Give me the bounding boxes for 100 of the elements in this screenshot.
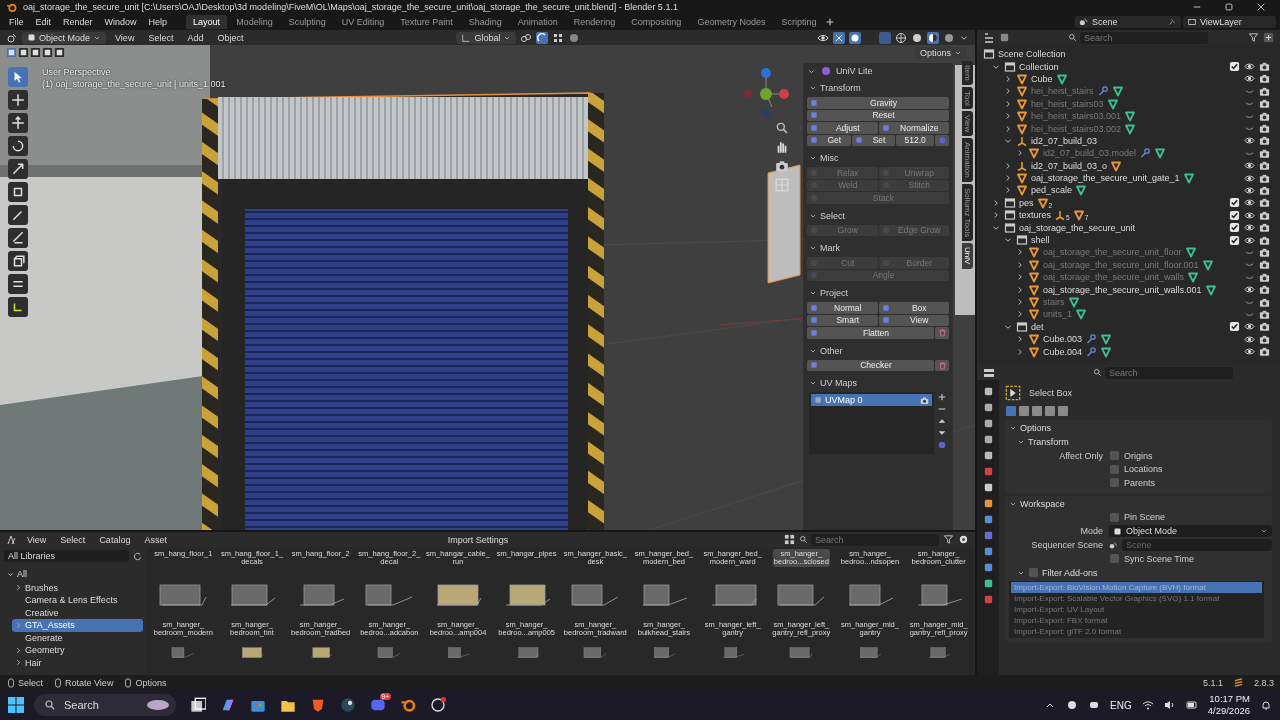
outliner-item[interactable]: hei_heist_stairs03 bbox=[1031, 98, 1104, 109]
search-field[interactable]: Search bbox=[811, 533, 939, 546]
outliner-item[interactable]: oaj_storage_the_secure_unit_floor.001 bbox=[1043, 259, 1199, 270]
menu-item[interactable]: Render bbox=[58, 16, 98, 28]
folder-tree-item[interactable]: Geometry bbox=[12, 644, 143, 657]
outliner-item[interactable]: ped_scale bbox=[1031, 185, 1073, 196]
outliner-item[interactable]: Collection bbox=[1019, 61, 1059, 72]
workspace-tab[interactable]: Geometry Nodes bbox=[690, 15, 773, 29]
outliner-item[interactable]: shell bbox=[1031, 235, 1050, 246]
menu-item[interactable]: Object bbox=[212, 31, 249, 44]
workspace-tab[interactable]: Animation bbox=[510, 15, 565, 29]
workspace-tab[interactable]: UV Editing bbox=[334, 15, 392, 29]
outliner-item[interactable]: oaj_storage_the_secure_unit bbox=[1019, 222, 1136, 233]
menu-item[interactable]: View bbox=[110, 31, 140, 44]
import-settings-dropdown[interactable]: Import Settings bbox=[442, 533, 514, 546]
folder-tree-item[interactable]: Hair bbox=[12, 656, 143, 669]
uv-tool-button[interactable]: Reset bbox=[807, 109, 949, 121]
scene-selector[interactable]: Scene bbox=[1075, 16, 1181, 28]
workspace-tab[interactable]: Sculpting bbox=[281, 15, 333, 29]
menu-item[interactable]: Add bbox=[182, 31, 209, 44]
workspace-tab[interactable]: Layout bbox=[186, 15, 228, 29]
menu-item[interactable]: Catalog bbox=[94, 533, 136, 546]
mode-dropdown[interactable]: Object Mode bbox=[22, 31, 107, 44]
uv-tool-button[interactable]: View bbox=[878, 314, 949, 326]
sidebar-tab[interactable]: Tool bbox=[962, 86, 973, 110]
uv-tool-button[interactable]: Checker bbox=[807, 359, 934, 371]
menu-item[interactable]: Window bbox=[99, 16, 142, 28]
sidebar-tab[interactable]: View bbox=[962, 111, 973, 137]
folder-tree-item[interactable]: Brushes bbox=[12, 581, 143, 594]
sidebar-tab[interactable]: Animation bbox=[962, 138, 973, 183]
uv-tool-button[interactable]: Normal bbox=[807, 302, 878, 314]
section-header[interactable]: UV Maps bbox=[805, 375, 951, 391]
library-dropdown[interactable]: All Libraries bbox=[4, 550, 129, 562]
uv-tool-button[interactable]: Smart bbox=[807, 314, 878, 326]
mode-dropdown[interactable]: Object Mode bbox=[1109, 525, 1272, 537]
outliner-item[interactable]: pes bbox=[1019, 197, 1034, 208]
outliner-item[interactable]: hei_heist_stairs03.001 bbox=[1031, 111, 1122, 122]
menu-item[interactable]: Select bbox=[143, 31, 179, 44]
folder-tree-item[interactable]: All bbox=[4, 568, 143, 581]
outliner-item[interactable]: hei_heist_stairs bbox=[1031, 86, 1094, 97]
panel-header[interactable]: Options bbox=[1005, 422, 1272, 434]
outliner-item[interactable]: units_1 bbox=[1043, 309, 1073, 320]
sidebar-tab[interactable]: Sollumz Tools bbox=[962, 184, 973, 242]
menu-item[interactable]: Help bbox=[143, 16, 173, 28]
orientation-dropdown[interactable]: Global bbox=[456, 31, 517, 44]
addon-item[interactable]: Import-Export: FBX format bbox=[1011, 614, 1262, 626]
menu-item[interactable]: File bbox=[4, 16, 29, 28]
sequencer-scene-field[interactable]: Scene bbox=[1122, 539, 1272, 551]
section-header[interactable]: Project bbox=[805, 285, 951, 301]
uv-tool-button[interactable]: Adjust bbox=[807, 122, 878, 134]
subpanel-header[interactable]: Transform bbox=[1005, 436, 1272, 448]
uv-tool-button[interactable]: Set bbox=[851, 134, 896, 146]
uv-tool-button[interactable]: Box bbox=[878, 302, 949, 314]
folder-tree-item[interactable]: Camera & Lens Effects bbox=[12, 594, 143, 607]
section-header[interactable]: Other bbox=[805, 342, 951, 359]
outliner-item[interactable]: Scene Collection bbox=[998, 49, 1066, 60]
workspace-tab[interactable]: Scripting bbox=[774, 15, 824, 29]
workspace-tab[interactable]: Modeling bbox=[229, 15, 280, 29]
uv-map-item[interactable]: UVMap 0 bbox=[811, 394, 932, 406]
taskbar-search[interactable]: Search bbox=[34, 694, 176, 716]
value-field[interactable]: 512.0 bbox=[896, 134, 934, 146]
uv-tool-button[interactable]: Flatten bbox=[807, 327, 934, 339]
outliner-item[interactable]: stairs bbox=[1043, 297, 1065, 307]
outliner-item[interactable]: id2_07_build_03.model bbox=[1043, 148, 1137, 159]
folder-tree-item[interactable]: Creative bbox=[12, 606, 143, 619]
menu-item[interactable]: View bbox=[22, 533, 52, 546]
outliner-item[interactable]: id2_07_build_03_o bbox=[1031, 160, 1108, 171]
search-field[interactable]: Search bbox=[1080, 31, 1208, 44]
language-indicator[interactable]: ENG bbox=[1110, 699, 1132, 711]
uv-tool-button[interactable]: Normalize bbox=[878, 122, 949, 134]
panel-header[interactable]: Workspace bbox=[1005, 497, 1272, 510]
uv-tool-button[interactable]: Gravity bbox=[807, 97, 949, 109]
outliner-item[interactable]: id2_07_build_03 bbox=[1031, 135, 1098, 146]
addon-item[interactable]: Import-Export: Scalable Vector Graphics (SVG) 1.1 format bbox=[1011, 592, 1262, 604]
outliner-item[interactable]: oaj_storage_the_secure_unit_floor bbox=[1043, 247, 1182, 258]
outliner-item[interactable]: Cube.003 bbox=[1043, 334, 1083, 345]
workspace-tab[interactable]: Rendering bbox=[566, 15, 623, 29]
addon-item[interactable]: Import-Export: glTF 2.0 format bbox=[1011, 625, 1262, 637]
menu-item[interactable]: Select bbox=[55, 533, 91, 546]
outliner-item[interactable]: oaj_storage_the_secure_unit_walls.001 bbox=[1043, 284, 1202, 295]
folder-tree-item[interactable]: GTA_Assets bbox=[12, 619, 143, 632]
workspace-tab[interactable]: Compositing bbox=[624, 15, 689, 29]
addon-item[interactable]: Import-Export: UV Layout bbox=[1011, 603, 1262, 615]
outliner-item[interactable]: Cube bbox=[1031, 73, 1053, 84]
uv-tool-button[interactable]: Get bbox=[807, 134, 851, 146]
outliner-item[interactable]: textures bbox=[1019, 210, 1051, 221]
clock[interactable]: 10:17 PM 4/29/2026 bbox=[1207, 692, 1250, 718]
workspace-tab[interactable]: Shading bbox=[461, 15, 509, 29]
outliner-item[interactable]: oaj_storage_the_secure_unit_walls bbox=[1043, 272, 1185, 283]
outliner-item[interactable]: Cube.004 bbox=[1043, 346, 1083, 357]
outliner-item[interactable]: oaj_storage_the_secure_unit_gate_1 bbox=[1031, 173, 1180, 184]
menu-item[interactable]: Asset bbox=[139, 533, 172, 546]
folder-tree-item[interactable]: Generate bbox=[12, 631, 143, 644]
sidebar-tab[interactable]: Item bbox=[962, 61, 973, 85]
sidebar-tab[interactable]: UniV bbox=[962, 243, 973, 269]
workspace-tab[interactable]: Texture Paint bbox=[393, 15, 460, 29]
menu-item[interactable]: Edit bbox=[30, 16, 57, 28]
search-field[interactable]: Search bbox=[1105, 366, 1233, 379]
view-layer-selector[interactable]: ViewLayer bbox=[1183, 16, 1276, 28]
section-header[interactable]: Transform bbox=[805, 80, 951, 96]
